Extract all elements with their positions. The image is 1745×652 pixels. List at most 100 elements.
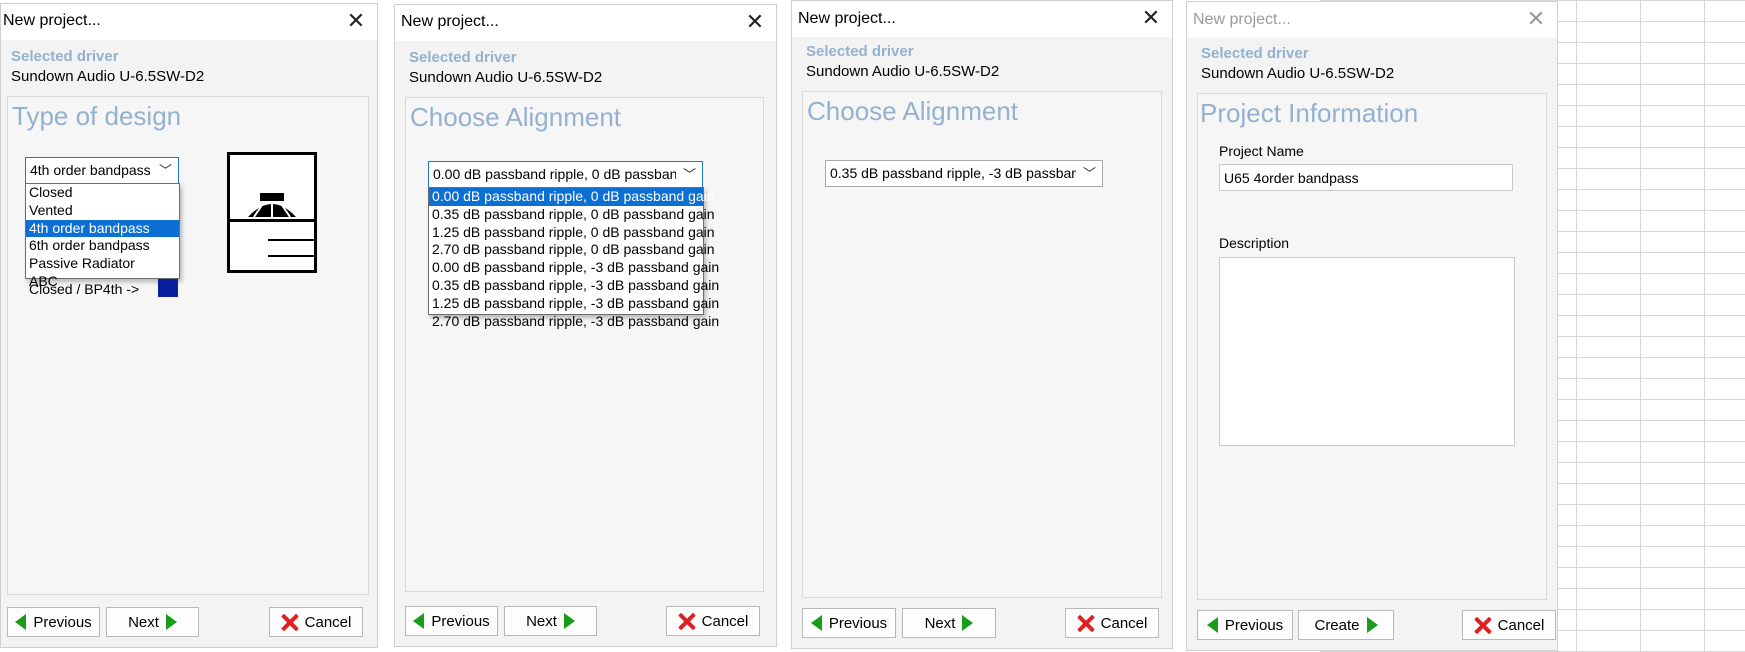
title-bar[interactable]: New project... ✕ xyxy=(1,4,377,40)
arrow-left-icon xyxy=(1206,617,1218,633)
title-bar[interactable]: New project... ✕ xyxy=(792,1,1172,37)
arrow-right-icon xyxy=(962,615,974,631)
project-name-input[interactable]: U65 4order bandpass xyxy=(1219,164,1513,191)
design-type-value: 4th order bandpass xyxy=(30,162,151,178)
arrow-right-icon xyxy=(1366,617,1378,633)
close-icon[interactable]: ✕ xyxy=(742,9,768,34)
design-type-dropdown: Closed Vented 4th order bandpass 6th ord… xyxy=(25,183,180,289)
selected-driver-value: Sundown Audio U-6.5SW-D2 xyxy=(11,68,205,85)
content-panel: Project Information Project Name U65 4or… xyxy=(1197,93,1547,600)
selected-driver-value: Sundown Audio U-6.5SW-D2 xyxy=(806,63,1000,80)
arrow-right-icon xyxy=(165,614,177,630)
cancel-icon xyxy=(281,614,298,631)
previous-label: Previous xyxy=(828,614,888,632)
project-name-label: Project Name xyxy=(1219,143,1304,159)
chevron-down-icon: ﹀ xyxy=(1082,166,1096,181)
port-line-bottom xyxy=(268,255,314,257)
dialog-title: New project... xyxy=(798,10,896,27)
close-icon[interactable]: ✕ xyxy=(1138,5,1164,30)
dialog-title: New project... xyxy=(3,12,101,29)
dropdown-option[interactable]: 1.25 dB passband ripple, 0 dB passband g… xyxy=(429,224,715,242)
previous-label: Previous xyxy=(431,612,490,630)
selected-driver-label: Selected driver xyxy=(409,49,517,66)
section-heading: Choose Alignment xyxy=(410,102,622,132)
next-label: Next xyxy=(526,612,557,630)
content-panel: Type of design 4th order bandpass ﹀ Clos… xyxy=(7,96,369,595)
previous-button[interactable]: Previous xyxy=(1197,610,1293,640)
selected-driver-value: Sundown Audio U-6.5SW-D2 xyxy=(1201,65,1395,82)
new-project-dialog-info: New project... ✕ Selected driver Sundown… xyxy=(1186,1,1558,651)
section-heading: Type of design xyxy=(12,101,182,131)
cancel-button[interactable]: Cancel xyxy=(1065,608,1159,638)
selected-driver-value: Sundown Audio U-6.5SW-D2 xyxy=(409,69,603,86)
dropdown-option[interactable]: 0.35 dB passband ripple, 0 dB passband g… xyxy=(429,206,715,224)
selected-driver-label: Selected driver xyxy=(806,43,914,60)
description-label: Description xyxy=(1219,235,1290,251)
previous-button[interactable]: Previous xyxy=(802,608,896,638)
cancel-label: Cancel xyxy=(1100,614,1148,632)
arrow-left-icon xyxy=(413,613,425,629)
title-bar[interactable]: New project... ✕ xyxy=(1187,2,1557,38)
alignment-value: 0.00 dB passband ripple, 0 dB passband g xyxy=(433,166,676,182)
alignment-dropdown: 0.00 dB passband ripple, 0 dB passband g… xyxy=(428,187,719,329)
new-project-dialog-alignment: New project... ✕ Selected driver Sundown… xyxy=(791,0,1173,649)
title-bar[interactable]: New project... ✕ xyxy=(395,5,776,41)
design-type-select[interactable]: 4th order bandpass ﹀ xyxy=(25,157,179,184)
cancel-label: Cancel xyxy=(701,612,749,630)
chevron-down-icon: ﹀ xyxy=(682,167,696,182)
enclosure-divider xyxy=(230,219,314,222)
alignment-value: 0.35 dB passband ripple, -3 dB passband … xyxy=(830,165,1076,181)
cancel-icon xyxy=(1474,617,1491,634)
dialog-title: New project... xyxy=(401,13,499,30)
chevron-down-icon: ﹀ xyxy=(158,163,172,178)
dropdown-option[interactable]: 0.00 dB passband ripple, -3 dB passband … xyxy=(429,259,719,277)
dropdown-option[interactable]: Passive Radiator xyxy=(26,255,179,273)
cancel-button[interactable]: Cancel xyxy=(269,607,363,637)
close-icon[interactable]: ✕ xyxy=(1523,6,1549,31)
previous-button[interactable]: Previous xyxy=(7,607,100,637)
new-project-dialog-alignment-open: New project... ✕ Selected driver Sundown… xyxy=(394,4,777,647)
create-button[interactable]: Create xyxy=(1298,610,1394,640)
next-button[interactable]: Next xyxy=(106,607,199,637)
legend-color-swatch xyxy=(158,279,178,297)
section-heading: Project Information xyxy=(1200,98,1419,128)
arrow-left-icon xyxy=(15,614,27,630)
description-textarea[interactable] xyxy=(1219,257,1515,446)
section-heading: Choose Alignment xyxy=(807,96,1019,126)
cancel-label: Cancel xyxy=(1497,616,1545,634)
next-button[interactable]: Next xyxy=(504,606,597,636)
previous-label: Previous xyxy=(33,613,92,631)
dropdown-option[interactable]: 0.35 dB passband ripple, -3 dB passband … xyxy=(429,277,719,295)
selected-driver-label: Selected driver xyxy=(11,48,119,65)
arrow-left-icon xyxy=(810,615,822,631)
dropdown-option[interactable]: 2.70 dB passband ripple, -3 dB passband … xyxy=(429,313,719,331)
dropdown-option[interactable]: 6th order bandpass xyxy=(26,237,179,255)
alignment-select[interactable]: 0.35 dB passband ripple, -3 dB passband … xyxy=(825,160,1103,187)
alignment-select[interactable]: 0.00 dB passband ripple, 0 dB passband g… xyxy=(428,161,703,188)
dropdown-option[interactable]: Closed xyxy=(26,184,179,202)
cancel-icon xyxy=(1077,615,1094,632)
new-project-dialog-design: New project... ✕ Selected driver Sundown… xyxy=(0,3,378,648)
dropdown-option-selected[interactable]: 0.00 dB passband ripple, 0 dB passband g… xyxy=(429,188,715,206)
cancel-button[interactable]: Cancel xyxy=(1462,610,1556,640)
create-label: Create xyxy=(1314,616,1360,634)
dropdown-option[interactable]: 2.70 dB passband ripple, 0 dB passband g… xyxy=(429,241,715,259)
next-button[interactable]: Next xyxy=(902,608,996,638)
dropdown-option[interactable]: Vented xyxy=(26,202,179,220)
previous-button[interactable]: Previous xyxy=(405,606,498,636)
dialog-title: New project... xyxy=(1193,11,1291,28)
selected-driver-label: Selected driver xyxy=(1201,45,1309,62)
close-icon[interactable]: ✕ xyxy=(343,8,369,33)
dropdown-option[interactable]: 1.25 dB passband ripple, -3 dB passband … xyxy=(429,295,719,313)
port-line-top xyxy=(268,239,314,241)
dropdown-option-selected[interactable]: 4th order bandpass xyxy=(26,219,179,238)
cancel-button[interactable]: Cancel xyxy=(666,606,760,636)
next-label: Next xyxy=(128,613,159,631)
previous-label: Previous xyxy=(1224,616,1284,634)
cancel-icon xyxy=(678,613,695,630)
content-panel: Choose Alignment 0.00 dB passband ripple… xyxy=(405,97,764,592)
content-panel: Choose Alignment 0.35 dB passband ripple… xyxy=(802,91,1162,598)
next-label: Next xyxy=(924,614,956,632)
enclosure-diagram xyxy=(227,152,317,273)
cancel-label: Cancel xyxy=(304,613,352,631)
